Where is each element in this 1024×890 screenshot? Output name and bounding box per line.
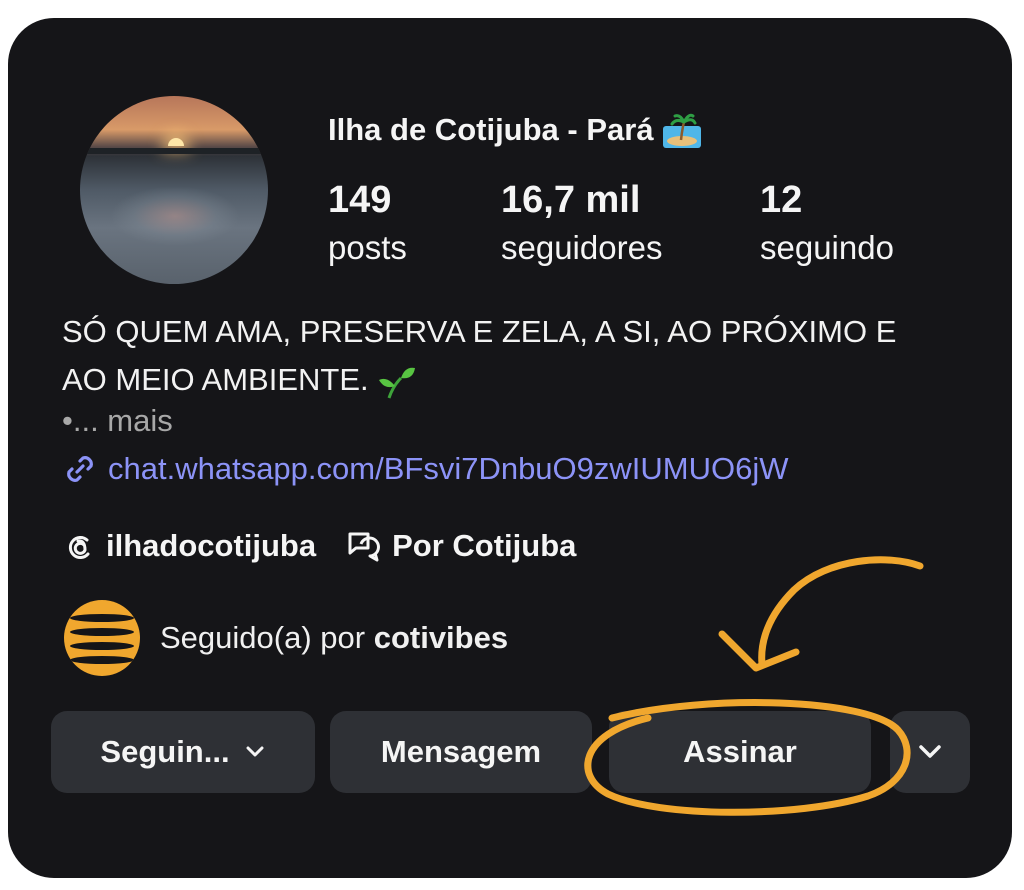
seedling-icon bbox=[379, 367, 416, 399]
profile-card: Ilha de Cotijuba - Pará 149 posts 16,7 m… bbox=[8, 18, 1012, 878]
followed-by-prefix: Seguido(a) por bbox=[160, 620, 366, 655]
threads-link[interactable]: ilhadocotijuba bbox=[62, 528, 316, 564]
chevron-down-icon bbox=[246, 746, 264, 757]
bio-more-link[interactable]: •... mais bbox=[62, 403, 173, 439]
following-button-label: Seguin... bbox=[100, 734, 230, 769]
annotation-arrowhead-icon bbox=[718, 630, 800, 672]
whatsapp-link[interactable]: chat.whatsapp.com/BFsvi7DnbuO9zwIUMUO6jW bbox=[62, 451, 789, 487]
more-options-button[interactable] bbox=[890, 711, 970, 793]
stat-following-label: seguindo bbox=[760, 229, 894, 266]
bio-line-1: SÓ QUEM AMA, PRESERVA E ZELA, A SI, AO P… bbox=[62, 314, 897, 349]
profile-name: Ilha de Cotijuba - Pará bbox=[328, 110, 702, 150]
threads-icon bbox=[68, 536, 90, 559]
avatar-water-wake bbox=[110, 186, 240, 246]
chat-bubbles-icon bbox=[348, 532, 381, 562]
profile-bio: SÓ QUEM AMA, PRESERVA E ZELA, A SI, AO P… bbox=[62, 308, 992, 404]
community-name: Por Cotijuba bbox=[392, 528, 577, 563]
threads-handle: ilhadocotijuba bbox=[106, 528, 317, 563]
stat-posts-value: 149 bbox=[328, 179, 392, 221]
desert-island-icon bbox=[662, 113, 701, 148]
follower-avatar bbox=[64, 600, 140, 676]
stat-followers[interactable]: 16,7 mil seguidores bbox=[501, 178, 662, 270]
community-link[interactable]: Por Cotijuba bbox=[344, 528, 576, 564]
profile-name-text: Ilha de Cotijuba - Pará bbox=[328, 112, 654, 147]
following-button[interactable]: Seguin... bbox=[51, 711, 315, 793]
avatar-sun bbox=[168, 138, 184, 146]
chevron-down-icon bbox=[919, 745, 941, 758]
followed-by-user: cotivibes bbox=[373, 620, 509, 655]
message-button-label: Mensagem bbox=[380, 734, 542, 769]
stat-following[interactable]: 12 seguindo bbox=[760, 178, 894, 270]
message-button[interactable]: Mensagem bbox=[330, 711, 592, 793]
stat-posts[interactable]: 149 posts bbox=[328, 178, 407, 270]
followed-by-row[interactable]: Seguido(a) por cotivibes bbox=[64, 600, 508, 676]
link-icon bbox=[67, 456, 93, 482]
profile-avatar[interactable] bbox=[80, 96, 268, 284]
social-links: ilhadocotijuba Por Cotijuba bbox=[62, 528, 576, 564]
bio-line-2: AO MEIO AMBIENTE. bbox=[62, 356, 992, 404]
stat-followers-value: 16,7 mil bbox=[501, 179, 641, 221]
whatsapp-link-text: chat.whatsapp.com/BFsvi7DnbuO9zwIUMUO6jW bbox=[108, 451, 789, 486]
stat-posts-label: posts bbox=[328, 229, 407, 266]
bio-line-2-text: AO MEIO AMBIENTE. bbox=[62, 362, 369, 397]
subscribe-button[interactable]: Assinar bbox=[609, 711, 871, 793]
stat-following-value: 12 bbox=[760, 179, 803, 221]
stat-followers-label: seguidores bbox=[501, 229, 663, 266]
avatar-shoreline bbox=[80, 148, 268, 154]
annotation-arrow-icon bbox=[758, 556, 924, 668]
followed-by-text: Seguido(a) por cotivibes bbox=[160, 620, 508, 656]
subscribe-button-label: Assinar bbox=[683, 734, 797, 769]
